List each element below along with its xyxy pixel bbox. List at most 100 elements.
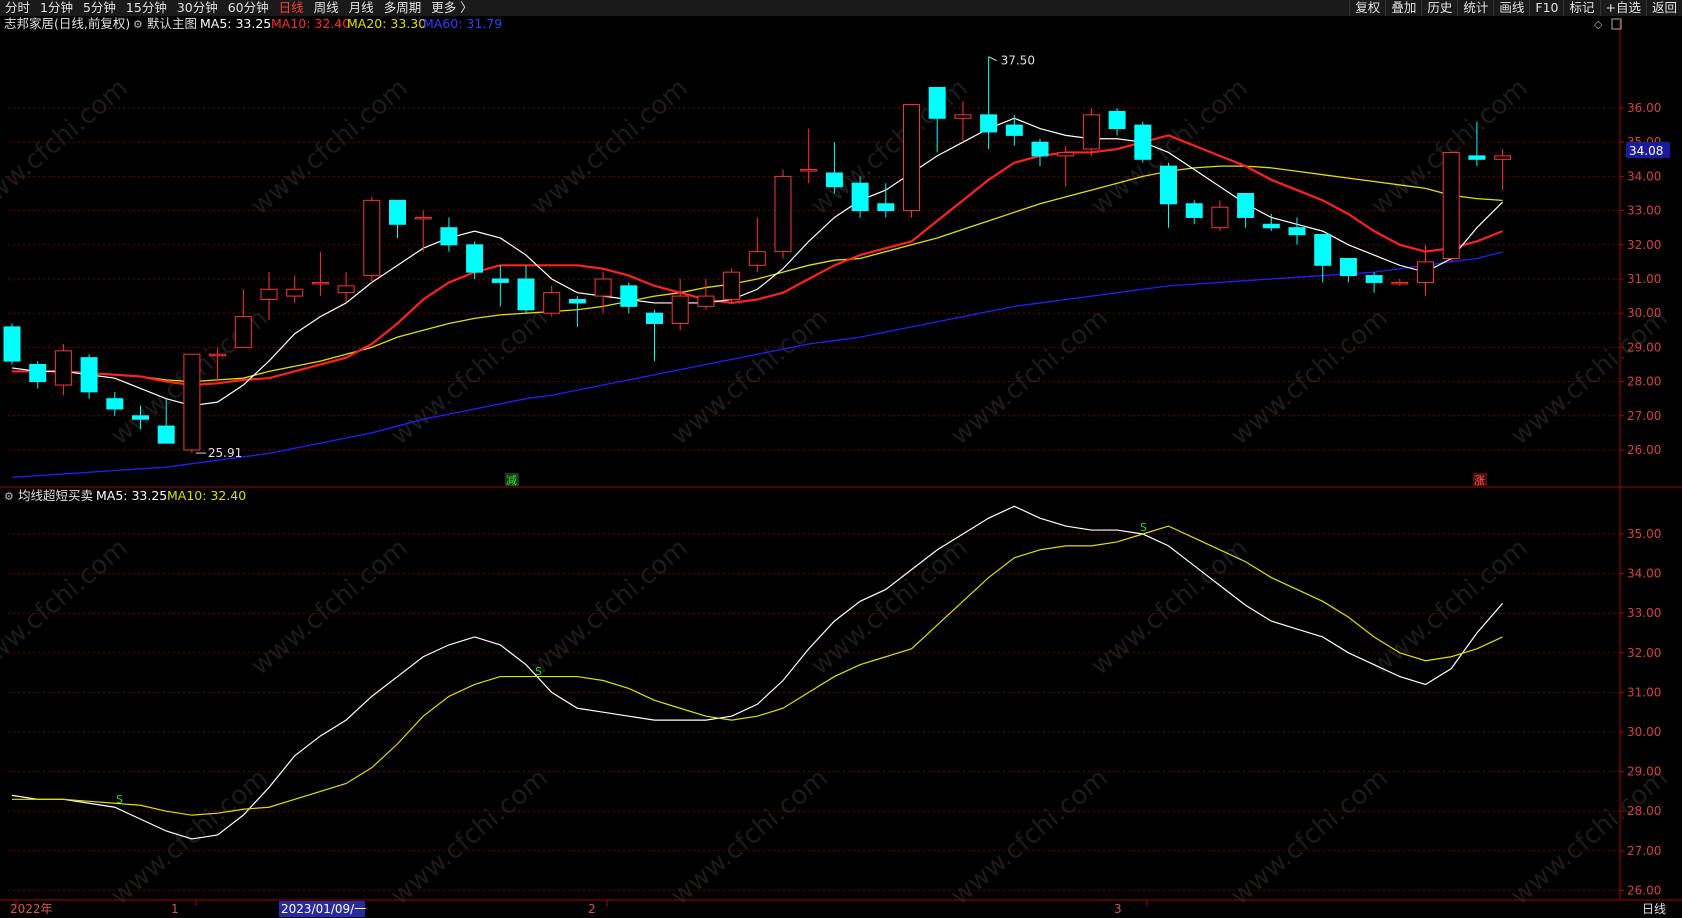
main-header: 志邦家居(日线,前复权) ⚙ 默认主图 MA5: 33.25 MA10: 32.…: [4, 16, 1622, 31]
candle-body: [363, 199, 381, 277]
candle-body: [132, 415, 149, 420]
x-label-feb: 2: [588, 902, 596, 916]
period-tab-multi[interactable]: 多周期: [379, 0, 427, 16]
candle-body: [466, 244, 484, 273]
sub-ma10-readout: MA10: 32.40: [167, 488, 246, 503]
candle-body: [697, 295, 715, 307]
adjust-button[interactable]: 复权: [1349, 0, 1385, 16]
settings-icon[interactable]: ⚙: [4, 490, 14, 503]
diamond-icon[interactable]: ◇: [1594, 18, 1603, 31]
history-button[interactable]: 历史: [1421, 0, 1457, 16]
sub-signal-2: S: [535, 665, 542, 678]
y-tick-label: 33.00: [1627, 204, 1661, 218]
watermark-text: www.cfchi.com: [245, 533, 414, 681]
y-tick-label: 28.00: [1627, 375, 1661, 389]
y-tick-label: 26.00: [1627, 883, 1661, 897]
add-watchlist-button[interactable]: +自选: [1599, 0, 1646, 16]
watermark-text: www.cfchi.com: [945, 763, 1114, 911]
candle-body: [414, 216, 432, 220]
watermark-text: www.cfchi.com: [245, 73, 414, 221]
watermark-text: www.cfchi.com: [525, 73, 694, 221]
period-tab-1min[interactable]: 1分钟: [35, 0, 78, 16]
indicator-name[interactable]: 均线超短买卖: [18, 488, 93, 503]
candle-body: [928, 86, 946, 119]
period-tab-more[interactable]: 更多 〉: [426, 0, 477, 16]
period-tab-daily[interactable]: 日线: [274, 0, 309, 16]
y-tick-label: 33.00: [1627, 606, 1661, 620]
x-label-date[interactable]: 2023/01/09/一: [281, 902, 366, 916]
sub-signal-3: S: [1140, 521, 1147, 534]
y-tick-label: 35.00: [1627, 527, 1661, 541]
period-tab-15min[interactable]: 15分钟: [121, 0, 172, 16]
candle-body: [183, 353, 201, 451]
watermark-text: www.cfchi.com: [1225, 303, 1394, 451]
settings-icon[interactable]: ⚙: [133, 18, 143, 31]
overlay-button[interactable]: 叠加: [1385, 0, 1421, 16]
y-tick-label: 27.00: [1627, 844, 1661, 858]
candle-body: [1237, 193, 1255, 218]
stock-chart[interactable]: www.cfchi.com www.cfchi.com www.cfchi.com w…: [0, 16, 1682, 918]
back-button[interactable]: 返回: [1645, 0, 1682, 16]
candle-body: [774, 175, 792, 253]
y-tick-label: 28.00: [1627, 804, 1661, 818]
candle-body: [671, 295, 689, 324]
ma60-readout: MA60: 31.79: [423, 16, 502, 31]
period-tab-30min[interactable]: 30分钟: [172, 0, 223, 16]
candle-body: [491, 278, 509, 283]
low-price-label: 25.91: [208, 446, 242, 460]
stock-title[interactable]: 志邦家居(日线,前复权): [4, 16, 130, 31]
candle-body: [234, 316, 252, 348]
candle-body: [440, 227, 458, 246]
high-pointer: [988, 56, 997, 62]
template-label[interactable]: 默认主图: [147, 16, 197, 31]
y-tick-label: 32.00: [1627, 238, 1661, 252]
period-tab-60min[interactable]: 60分钟: [223, 0, 274, 16]
sub-header: ⚙ 均线超短买卖 MA5: 33.25 MA10: 32.40: [4, 488, 246, 503]
candle-body: [1108, 110, 1126, 130]
watermark-text: www.cfchi.com: [665, 303, 834, 451]
y-tick-label: 26.00: [1627, 443, 1661, 457]
y-tick-label: 34.00: [1627, 169, 1661, 183]
y-tick-label: 36.00: [1627, 101, 1661, 115]
mark-button[interactable]: 标记: [1563, 0, 1599, 16]
candle-body: [389, 199, 406, 225]
period-tab-分时[interactable]: 分时: [0, 0, 35, 16]
watermark-text: www.cfchi.com: [945, 303, 1114, 451]
candle-body: [568, 299, 586, 304]
candle-body: [748, 251, 766, 266]
candle-body: [954, 114, 972, 119]
period-tab-weekly[interactable]: 周线: [309, 0, 344, 16]
candle-body: [286, 288, 304, 297]
y-tick-label: 34.00: [1627, 567, 1661, 581]
ma10-readout: MA10: 32.40: [271, 16, 350, 31]
period-tab-monthly[interactable]: 月线: [344, 0, 379, 16]
x-axis: 2022年 1 2023/01/09/一 2 3 日线: [10, 901, 1666, 917]
y-tick-label: 29.00: [1627, 340, 1661, 354]
period-tab-5min[interactable]: 5分钟: [78, 0, 121, 16]
candle-body: [80, 357, 98, 393]
watermark-text: www.cfchi.com: [525, 533, 694, 681]
y-tick-label: 27.00: [1627, 409, 1661, 423]
watermark-text: www.cfchi.com: [805, 73, 974, 221]
candle-body: [517, 278, 535, 311]
candle-body: [800, 169, 818, 172]
candle-body: [980, 114, 998, 133]
watermark-text: www.cfchi.com: [1225, 763, 1394, 911]
candle-body: [723, 271, 741, 301]
watermark-text: www.cfchi.com: [0, 533, 134, 681]
candle-body: [1339, 257, 1357, 277]
candle-body: [543, 292, 561, 314]
candle-body: [825, 172, 843, 188]
candle-body: [1262, 223, 1280, 229]
watermark-text: www.cfchi.com: [385, 763, 554, 911]
sub-ma5-readout: MA5: 33.25: [96, 488, 167, 503]
candle-body: [1468, 155, 1486, 160]
f10-button[interactable]: F10: [1529, 0, 1563, 16]
sig-up-label: 涨: [1474, 474, 1485, 487]
draw-button[interactable]: 画线: [1493, 0, 1529, 16]
candle-body: [1134, 124, 1152, 160]
candle-body: [337, 285, 355, 294]
candle-body: [646, 312, 663, 324]
watermark-text: www.cfchi.com: [385, 303, 554, 451]
stats-button[interactable]: 统计: [1457, 0, 1493, 16]
